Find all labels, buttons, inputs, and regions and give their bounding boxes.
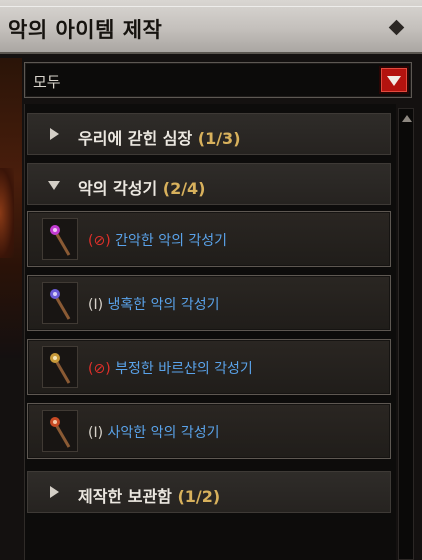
category-row-crafted-caches[interactable]: 제작한 보관함 (1/2): [27, 471, 391, 513]
filter-selected-value: 모두: [33, 73, 61, 91]
item-name: 간악한 악의 각성기: [115, 233, 228, 249]
awakener-staff-icon: [42, 218, 78, 260]
awakener-staff-icon: [42, 346, 78, 388]
title-bar: 악의 아이템 제작: [0, 0, 422, 54]
item-tag: (⊘): [88, 233, 111, 249]
category-row-caged-hearts[interactable]: 우리에 갇힌 심장 (1/3): [27, 113, 391, 155]
awakener-staff-icon: [42, 282, 78, 324]
category-row-awakeners[interactable]: 악의 각성기 (2/4): [27, 163, 391, 205]
item-text: (I) 냉혹한 악의 각성기: [88, 294, 219, 314]
chevron-down-icon: [48, 181, 60, 190]
item-text: (⊘) 간악한 악의 각성기: [88, 230, 227, 250]
window-title: 악의 아이템 제작: [8, 18, 163, 42]
category-label: 악의 각성기 (2/4): [78, 179, 206, 198]
item-row[interactable]: (I) 냉혹한 악의 각성기: [27, 275, 391, 331]
category-label: 우리에 갇힌 심장 (1/3): [78, 129, 241, 148]
item-name: 사악한 악의 각성기: [107, 425, 220, 441]
chevron-right-icon: [50, 128, 59, 140]
category-count: (2/4): [162, 179, 206, 198]
item-name: 냉혹한 악의 각성기: [107, 297, 220, 313]
scroll-up-arrow-icon[interactable]: [402, 115, 412, 122]
diamond-ornament-icon: [388, 19, 405, 36]
item-row[interactable]: (I) 사악한 악의 각성기: [27, 403, 391, 459]
item-name: 부정한 바르샨의 각성기: [115, 361, 253, 377]
filter-dropdown[interactable]: 모두: [24, 62, 412, 98]
item-row[interactable]: (⊘) 부정한 바르샨의 각성기: [27, 339, 391, 395]
item-text: (⊘) 부정한 바르샨의 각성기: [88, 358, 253, 378]
awakener-staff-icon: [42, 410, 78, 452]
background-art: [0, 58, 22, 358]
item-text: (I) 사악한 악의 각성기: [88, 422, 219, 442]
item-row[interactable]: (⊘) 간악한 악의 각성기: [27, 211, 391, 267]
malignant-crafting-window: 악의 아이템 제작 모두 우리에 갇힌 심장 (1/3) 악의 각성기 (2/4…: [0, 0, 422, 560]
item-tag: (⊘): [88, 361, 111, 377]
category-count: (1/3): [197, 129, 241, 148]
category-label: 제작한 보관함 (1/2): [78, 487, 221, 506]
dropdown-arrow-button[interactable]: [379, 66, 409, 94]
item-tag: (I): [88, 425, 104, 441]
chevron-right-icon: [50, 486, 59, 498]
category-count: (1/2): [177, 487, 221, 506]
scrollbar[interactable]: [398, 108, 414, 560]
item-tag: (I): [88, 297, 104, 313]
